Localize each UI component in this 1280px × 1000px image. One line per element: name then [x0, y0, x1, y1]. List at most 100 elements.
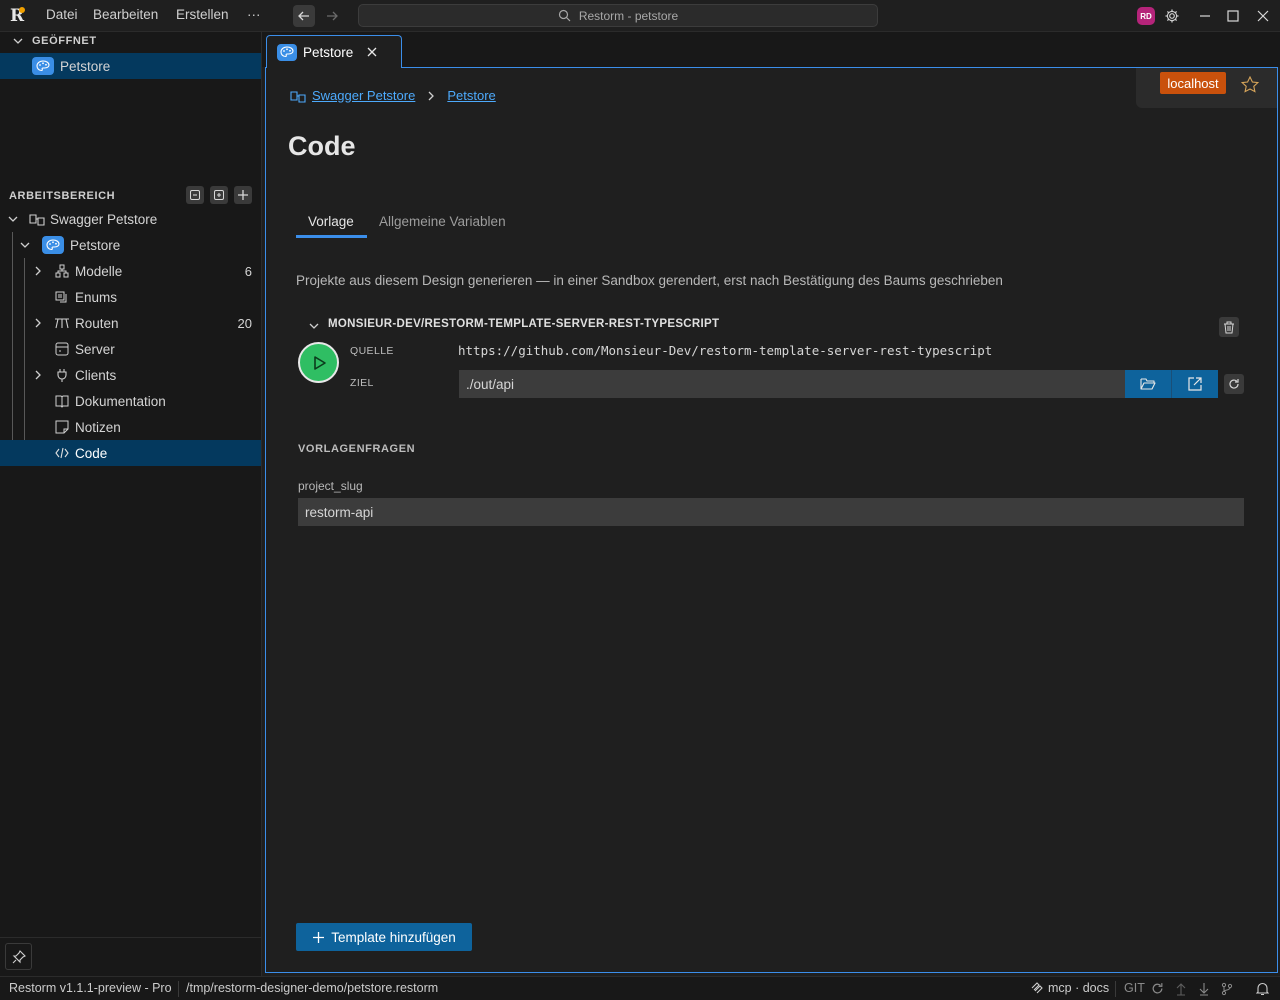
tree-design-label: Petstore: [70, 237, 121, 253]
bell-icon: [1256, 982, 1269, 996]
chevron-right-icon: [31, 316, 45, 330]
target-label: ZIEL: [350, 377, 374, 389]
chevron-down-icon: [18, 238, 32, 252]
menu-datei[interactable]: Datei: [46, 7, 78, 22]
arrow-up-icon: [1176, 983, 1186, 996]
add-template-label: Template hinzufügen: [331, 929, 456, 945]
tab-close-button[interactable]: [367, 47, 377, 57]
external-link-icon: [1188, 377, 1202, 391]
git-push-button[interactable]: [1175, 982, 1187, 996]
tree-item-clients[interactable]: Clients: [0, 362, 261, 388]
menu-erstellen[interactable]: Erstellen: [176, 7, 229, 22]
delete-template-button[interactable]: [1219, 317, 1239, 337]
tree-item-notizen[interactable]: Notizen: [0, 414, 261, 440]
project-slug-value: restorm-api: [305, 504, 374, 520]
tree-item-server[interactable]: Server: [0, 336, 261, 362]
mcp-icon: [1031, 982, 1043, 994]
template-collapse-toggle[interactable]: [308, 320, 320, 332]
pin-icon: [12, 949, 26, 963]
template-name: MONSIEUR-DEV/RESTORM-TEMPLATE-SERVER-RES…: [328, 318, 720, 330]
play-icon: [313, 355, 326, 370]
target-path-value: ./out/api: [466, 376, 515, 392]
file-path[interactable]: /tmp/restorm-designer-demo/petstore.rest…: [186, 981, 438, 995]
tree-item-routen[interactable]: Routen 20: [0, 310, 261, 336]
git-pull-button[interactable]: [1198, 982, 1210, 996]
search-icon: [558, 9, 571, 22]
target-path-input[interactable]: ./out/api: [459, 370, 1125, 398]
chevron-down-icon: [309, 323, 319, 329]
back-button[interactable]: [293, 5, 315, 27]
tab-petstore[interactable]: Petstore: [266, 35, 402, 68]
add-template-button[interactable]: Template hinzufügen: [296, 923, 472, 951]
routes-icon: [54, 315, 70, 331]
tab-vorlage[interactable]: Vorlage: [308, 214, 354, 229]
browse-folder-button[interactable]: [1125, 370, 1172, 398]
mcp-status[interactable]: mcp · docs: [1030, 981, 1109, 995]
git-sync-button[interactable]: [1151, 982, 1164, 995]
source-label: QUELLE: [350, 345, 394, 357]
forward-button[interactable]: [321, 5, 343, 27]
open-external-button[interactable]: [1172, 370, 1218, 398]
project-slug-input[interactable]: restorm-api: [298, 498, 1244, 526]
maximize-icon: [1227, 10, 1239, 22]
tab-strip: [262, 32, 1280, 67]
tree-item-label: Clients: [75, 367, 117, 383]
arrow-left-icon: [298, 11, 309, 21]
menu-more[interactable]: ···: [247, 7, 261, 22]
opened-item-label: Petstore: [60, 58, 111, 74]
tree-item-label: Modelle: [75, 263, 123, 279]
close-icon: [1257, 10, 1269, 22]
close-window-button[interactable]: [1253, 6, 1273, 26]
plug-icon: [54, 367, 70, 383]
notifications-button[interactable]: [1256, 982, 1269, 996]
add-button[interactable]: [234, 186, 252, 204]
sync-icon: [1152, 983, 1163, 994]
trash-icon: [1224, 321, 1234, 333]
arrow-down-icon: [1199, 983, 1209, 996]
api-project-icon: [29, 211, 45, 227]
environment-badge[interactable]: localhost: [1160, 72, 1226, 94]
tree-item-label: Dokumentation: [75, 393, 166, 409]
page-title: Code: [288, 131, 356, 161]
breadcrumb-link-swagger-petstore[interactable]: Swagger Petstore: [312, 88, 415, 103]
minimize-button[interactable]: [1195, 6, 1215, 26]
tab-label: Petstore: [303, 44, 354, 60]
chevron-right-icon: [428, 91, 435, 100]
tab-allgemeine-variablen[interactable]: Allgemeine Variablen: [379, 214, 506, 229]
tree-item-count: 6: [244, 263, 252, 279]
menu-bearbeiten[interactable]: Bearbeiten: [93, 7, 158, 22]
tree-item-code[interactable]: Code: [0, 440, 261, 466]
folder-open-icon: [1140, 378, 1156, 390]
run-template-button[interactable]: [298, 342, 339, 383]
tree-item-label: Enums: [75, 289, 118, 305]
description: Projekte aus diesem Design generieren — …: [296, 273, 1003, 288]
app-logo: R: [10, 6, 25, 26]
tree-item-label: Code: [75, 445, 108, 461]
tree-design-petstore[interactable]: Petstore: [0, 232, 261, 258]
pin-button[interactable]: [5, 943, 32, 970]
git-branch-button[interactable]: [1221, 982, 1233, 996]
new-folder-button[interactable]: [210, 186, 228, 204]
tree-item-dokumentation[interactable]: Dokumentation: [0, 388, 261, 414]
opened-section-header[interactable]: GEÖFFNET: [12, 35, 97, 47]
collapse-all-button[interactable]: [186, 186, 204, 204]
tree-item-label: Server: [75, 341, 115, 357]
tree-item-enums[interactable]: Enums: [0, 284, 261, 310]
command-search[interactable]: Restorm - petstore: [358, 4, 878, 27]
status-bar: Restorm v1.1.1-preview - Pro /tmp/restor…: [0, 976, 1280, 1000]
code-icon: [54, 445, 70, 461]
tree-item-modelle[interactable]: Modelle 6: [0, 258, 261, 284]
source-url: https://github.com/Monsieur-Dev/restorm-…: [458, 343, 993, 358]
avatar[interactable]: RD: [1137, 7, 1155, 25]
favorite-button[interactable]: [1241, 76, 1259, 93]
refresh-button[interactable]: [1224, 374, 1244, 394]
opened-item-petstore[interactable]: Petstore: [0, 53, 261, 79]
breadcrumb-link-petstore[interactable]: Petstore: [447, 88, 495, 103]
api-project-icon: [290, 90, 306, 103]
maximize-button[interactable]: [1223, 6, 1243, 26]
git-branch-icon: [1221, 982, 1233, 996]
workspace-section-title: ARBEITSBEREICH: [9, 190, 116, 202]
settings-button[interactable]: [1162, 6, 1182, 26]
tree-root-swagger-petstore[interactable]: Swagger Petstore: [0, 206, 261, 232]
star-icon: [1241, 76, 1259, 93]
